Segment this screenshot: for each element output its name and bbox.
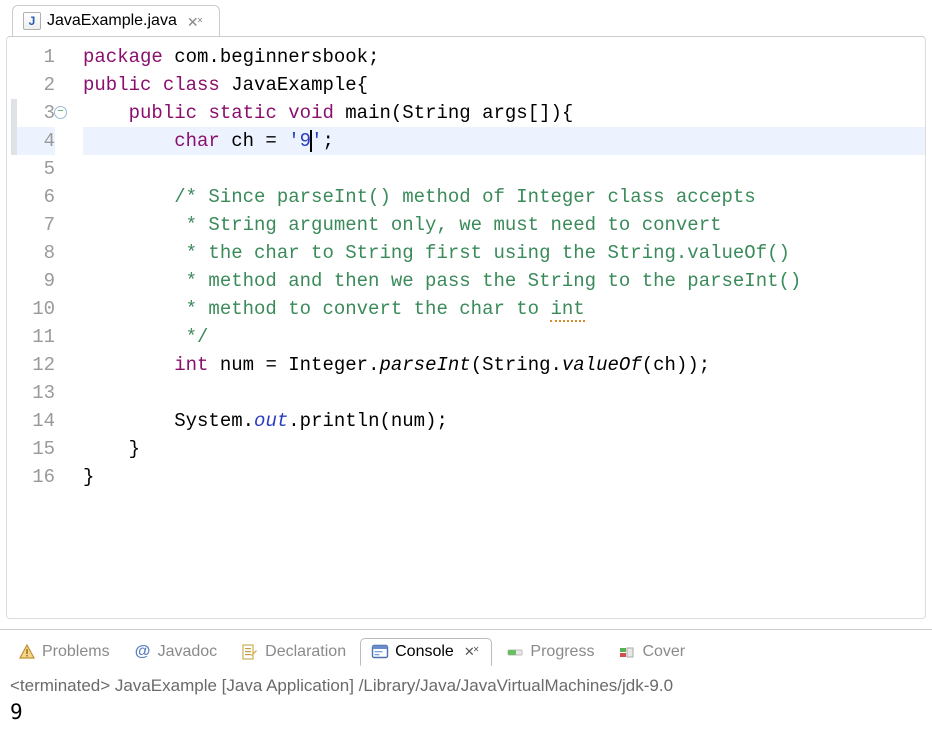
tab-label: Cover bbox=[642, 643, 685, 661]
file-tab[interactable]: J JavaExample.java ✕ bbox=[12, 5, 220, 36]
line-number: 5 bbox=[11, 155, 55, 183]
line-number: 14 bbox=[11, 407, 55, 435]
line-number: 9 bbox=[11, 267, 55, 295]
line-number: 16 bbox=[11, 463, 55, 491]
line-number: 3− bbox=[11, 99, 55, 127]
tab-label: Javadoc bbox=[158, 643, 218, 661]
code-line: /* Since parseInt() method of Integer cl… bbox=[83, 183, 925, 211]
file-tab-label: JavaExample.java bbox=[47, 12, 177, 30]
close-icon[interactable]: ✕ bbox=[183, 14, 209, 31]
coverage-icon bbox=[618, 643, 636, 661]
line-number: 2 bbox=[11, 71, 55, 99]
code-line: * method and then we pass the String to … bbox=[83, 267, 925, 295]
line-number: 15 bbox=[11, 435, 55, 463]
line-number: 8 bbox=[11, 239, 55, 267]
code-line: */ bbox=[83, 323, 925, 351]
console-icon bbox=[371, 643, 389, 661]
tab-label: Console bbox=[395, 643, 454, 661]
code-line: * the char to String first using the Str… bbox=[83, 239, 925, 267]
console-view: <terminated> JavaExample [Java Applicati… bbox=[0, 670, 932, 732]
line-gutter: 1 2 3− 4 5 6 7 8 9 10 11 12 13 14 15 16 bbox=[7, 37, 63, 618]
progress-icon bbox=[506, 643, 524, 661]
code-line bbox=[83, 379, 925, 407]
tab-progress[interactable]: Progress bbox=[496, 639, 604, 665]
close-icon[interactable]: ✕✕ bbox=[460, 644, 482, 660]
editor-tabs: J JavaExample.java ✕ bbox=[0, 0, 932, 36]
code-line bbox=[83, 155, 925, 183]
tab-console[interactable]: Console ✕✕ bbox=[360, 638, 492, 666]
line-number: 12 bbox=[11, 351, 55, 379]
console-output: 9 bbox=[8, 700, 924, 724]
code-line: * String argument only, we must need to … bbox=[83, 211, 925, 239]
java-file-icon: J bbox=[23, 12, 41, 30]
line-number: 6 bbox=[11, 183, 55, 211]
line-number: 10 bbox=[11, 295, 55, 323]
line-number: 13 bbox=[11, 379, 55, 407]
code-line: int num = Integer.parseInt(String.valueO… bbox=[83, 351, 925, 379]
tab-coverage[interactable]: Cover bbox=[608, 639, 695, 665]
code-editor[interactable]: 1 2 3− 4 5 6 7 8 9 10 11 12 13 14 15 16 … bbox=[6, 36, 926, 619]
code-line: } bbox=[83, 435, 925, 463]
tab-declaration[interactable]: Declaration bbox=[231, 639, 356, 665]
tab-label: Declaration bbox=[265, 643, 346, 661]
at-sign-icon: @ bbox=[134, 643, 152, 661]
line-number: 1 bbox=[11, 43, 55, 71]
code-line: char ch = '9'; bbox=[83, 127, 925, 155]
code-line: public static void main(String args[]){ bbox=[83, 99, 925, 127]
tab-label: Problems bbox=[42, 643, 110, 661]
tab-problems[interactable]: Problems bbox=[8, 639, 120, 665]
code-line: * method to convert the char to int bbox=[83, 295, 925, 323]
tab-label: Progress bbox=[530, 643, 594, 661]
tab-javadoc[interactable]: @ Javadoc bbox=[124, 639, 228, 665]
warning-icon bbox=[18, 643, 36, 661]
line-number: 4 bbox=[11, 127, 55, 155]
declaration-icon bbox=[241, 643, 259, 661]
code-line: public class JavaExample{ bbox=[83, 71, 925, 99]
code-line: System.out.println(num); bbox=[83, 407, 925, 435]
line-number: 7 bbox=[11, 211, 55, 239]
bottom-tabs: Problems @ Javadoc Declaration Console ✕… bbox=[0, 629, 932, 670]
code-line: package com.beginnersbook; bbox=[83, 43, 925, 71]
code-area[interactable]: package com.beginnersbook; public class … bbox=[63, 37, 925, 618]
console-meta: <terminated> JavaExample [Java Applicati… bbox=[8, 674, 924, 700]
code-line: } bbox=[83, 463, 925, 491]
line-number: 11 bbox=[11, 323, 55, 351]
